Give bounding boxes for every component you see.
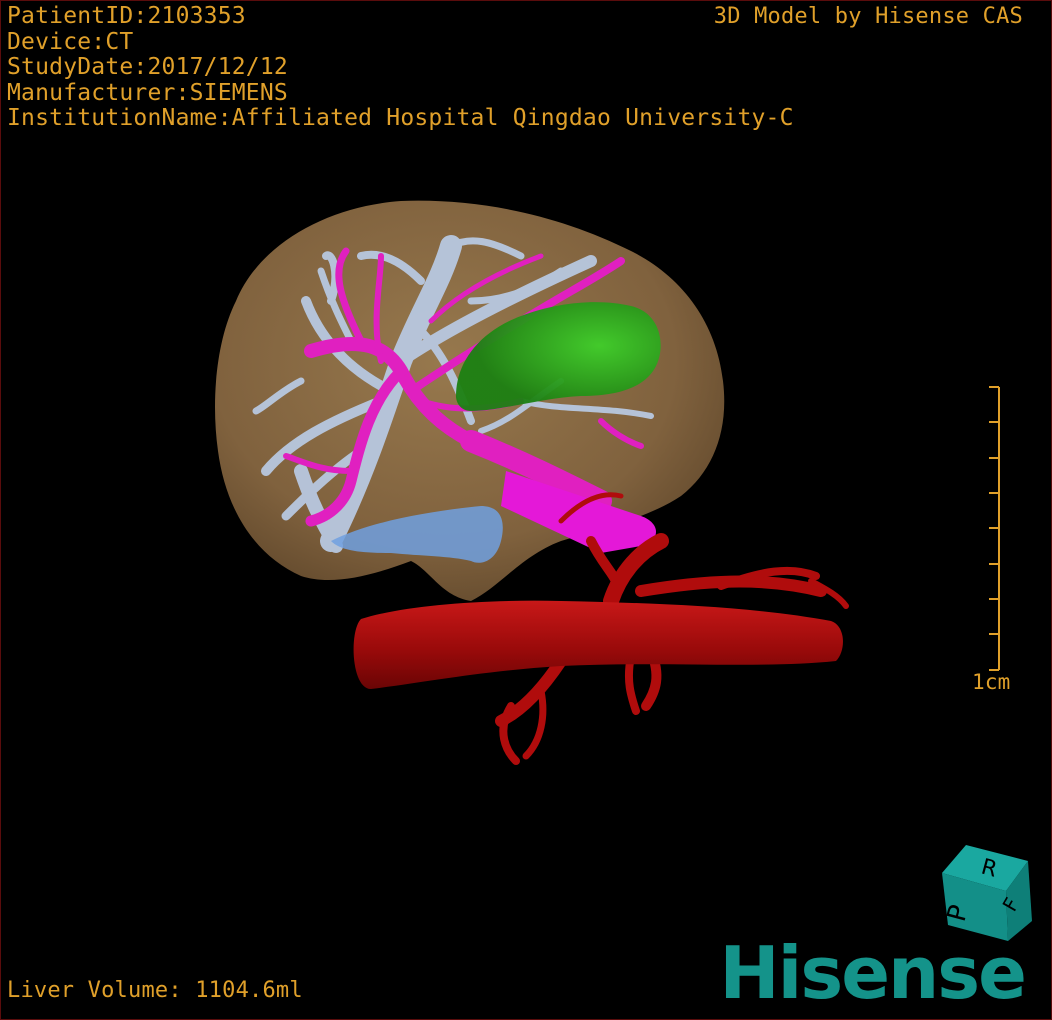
liver-volume: Liver Volume: 1104.6ml [7,977,303,1003]
scale-label: 1cm [972,670,1011,694]
patient-id: PatientID:2103353 [7,3,246,29]
hisense-logo: Hisense [719,931,1027,1015]
model-credit: 3D Model by Hisense CAS [713,4,1023,29]
3d-viewport[interactable]: PatientID:2103353 Device:CT StudyDate:20… [0,0,1052,1020]
dicom-info-block: PatientID:2103353 Device:CT StudyDate:20… [7,3,794,132]
scale-bar [989,386,1000,671]
study-date: StudyDate:2017/12/12 [7,54,288,80]
device: Device:CT [7,28,134,55]
orientation-cube[interactable]: R F P [936,843,1036,943]
institution-name: InstitutionName:Affiliated Hospital Qing… [7,105,794,131]
manufacturer: Manufacturer:SIEMENS [7,79,288,106]
